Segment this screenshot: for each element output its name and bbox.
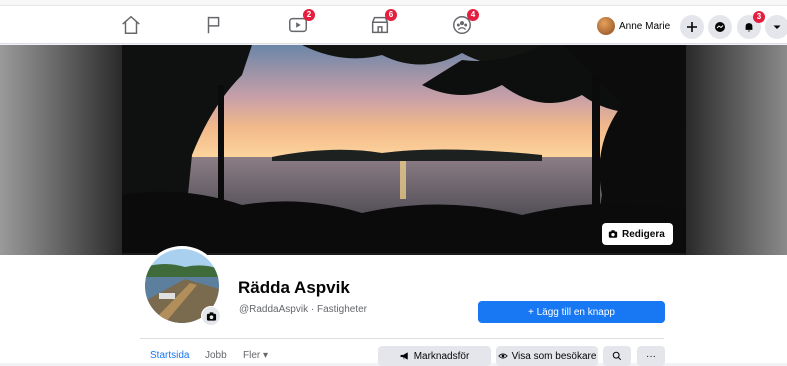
tab-home[interactable]: Startsida (150, 350, 189, 361)
home-icon (122, 15, 140, 34)
nav-home[interactable] (120, 14, 142, 36)
promote-button[interactable]: Marknadsför (378, 346, 491, 366)
messenger-icon (715, 22, 725, 32)
view-as-visitor-label: Visa som besökare (511, 350, 597, 362)
caret-down-icon (773, 25, 781, 29)
top-navigation-bar: 2 6 4 Anne Marie 3 (0, 0, 787, 44)
create-button[interactable] (680, 15, 704, 39)
groups-badge: 4 (467, 9, 479, 21)
notifications-badge: 3 (753, 11, 765, 23)
watch-badge: 2 (303, 9, 315, 21)
add-button-label: + Lägg till en knapp (527, 306, 615, 318)
bell-icon (745, 23, 753, 32)
account-menu-button[interactable] (765, 15, 787, 39)
page-title: Rädda Aspvik (238, 278, 350, 297)
more-options-button[interactable]: ··· (637, 346, 665, 366)
megaphone-icon (400, 352, 408, 360)
edit-cover-button[interactable]: Redigera (602, 223, 673, 245)
more-options-label: ··· (646, 350, 656, 362)
update-profile-picture-button[interactable] (201, 306, 221, 326)
nav-watch[interactable]: 2 (287, 9, 315, 36)
add-button-button[interactable]: + Lägg till en knapp (478, 301, 665, 323)
cover-blur-right (686, 45, 787, 255)
search-icon (612, 351, 622, 361)
plus-icon (687, 22, 697, 32)
notifications-button[interactable]: 3 (737, 11, 765, 39)
tab-more[interactable]: Fler ▾ (243, 350, 268, 361)
avatar (597, 17, 615, 35)
cover-blur-left (0, 45, 122, 255)
profile-shortcut[interactable]: Anne Marie (597, 14, 670, 38)
camera-icon (206, 311, 216, 321)
nav-marketplace[interactable]: 6 (369, 9, 397, 36)
eye-icon (497, 353, 508, 359)
page-handle: @RaddaAspvik · Fastigheter (239, 304, 367, 315)
browser-strip (0, 0, 787, 6)
nav-pages[interactable] (203, 14, 225, 36)
divider (140, 338, 664, 339)
profile-name: Anne Marie (619, 20, 671, 32)
camera-icon (608, 230, 618, 238)
search-button[interactable] (603, 346, 631, 366)
flag-icon (207, 16, 220, 34)
cover-photo (122, 45, 686, 253)
marketplace-badge: 6 (385, 9, 397, 21)
edit-cover-label: Redigera (622, 228, 665, 240)
promote-label: Marknadsför (413, 350, 470, 362)
nav-groups[interactable]: 4 (451, 9, 479, 36)
view-as-visitor-button[interactable]: Visa som besökare (496, 346, 598, 366)
tab-jobs[interactable]: Jobb (205, 350, 227, 361)
messenger-button[interactable] (708, 15, 732, 39)
